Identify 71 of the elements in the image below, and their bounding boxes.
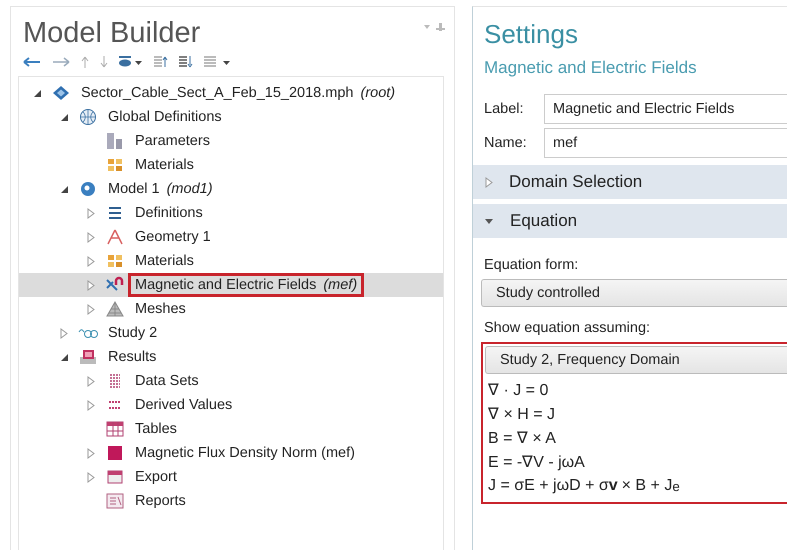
parameter-icon — [105, 132, 125, 150]
tree-item[interactable]: Definitions — [131, 204, 207, 222]
expanded-icon[interactable] — [60, 352, 69, 362]
forward-arrow-icon[interactable] — [52, 57, 70, 67]
collapsed-icon[interactable] — [87, 448, 95, 458]
collapsed-icon[interactable] — [60, 328, 68, 338]
tree-item[interactable]: Sector_Cable_Sect_A_Feb_15_2018.mph (root) — [77, 84, 400, 102]
blocks-icon — [105, 252, 125, 270]
report-icon — [105, 492, 125, 510]
collapsed-icon[interactable] — [87, 208, 95, 218]
table-icon — [105, 420, 125, 438]
panel-title: Settings — [483, 18, 579, 50]
tree-item[interactable]: Materials — [131, 252, 198, 270]
field-label: Name: — [484, 135, 528, 151]
mesh-icon — [105, 300, 125, 318]
collapsed-icon[interactable] — [87, 256, 95, 266]
equation: ∇ × H = J — [487, 405, 556, 425]
tree-item[interactable]: Geometry 1 — [131, 228, 215, 246]
equation: E = -∇V - jωA — [487, 453, 586, 473]
export-icon — [105, 468, 125, 486]
expand-icon[interactable] — [179, 56, 193, 68]
tree-item[interactable]: Results — [104, 348, 160, 366]
collapsed-icon — [485, 176, 493, 188]
collapsed-icon[interactable] — [87, 376, 95, 386]
panel-subtitle: Magnetic and Electric Fields — [483, 57, 698, 79]
field-label: Show equation assuming: — [483, 319, 652, 338]
collapsed-icon[interactable] — [87, 304, 95, 314]
tree-item[interactable]: Materials — [131, 156, 198, 174]
results-icon — [78, 348, 98, 366]
expanded-icon — [485, 216, 494, 226]
tree-item[interactable]: Export — [131, 468, 181, 486]
equation: ∇ · J = 0 — [487, 381, 550, 401]
expanded-icon[interactable] — [60, 184, 69, 194]
panel-title: Model Builder — [23, 17, 200, 50]
tree-item[interactable]: Magnetic Flux Density Norm (mef) — [131, 444, 359, 462]
model-icon — [78, 180, 98, 198]
tree-item[interactable]: Reports — [131, 492, 190, 510]
collapsed-icon[interactable] — [87, 400, 95, 410]
tree-item[interactable]: Model 1 (mod1) — [104, 180, 217, 198]
expanded-icon[interactable] — [33, 88, 42, 98]
blocks-icon — [105, 156, 125, 174]
down-arrow-icon[interactable] — [100, 56, 108, 68]
tree-item[interactable]: Data Sets — [131, 372, 203, 390]
field-label: Equation form: — [483, 256, 580, 275]
diamond-icon — [51, 84, 71, 102]
square-icon — [105, 444, 125, 462]
tree-item[interactable]: Study 2 — [104, 324, 162, 342]
equation: B = ∇ × A — [487, 429, 557, 449]
globe-icon — [78, 108, 98, 126]
list-dropdown-icon[interactable] — [204, 56, 232, 68]
tree-item[interactable]: Global Definitions — [104, 108, 226, 126]
tree-item[interactable]: Meshes — [131, 300, 190, 318]
eye-dropdown-icon[interactable] — [119, 56, 143, 68]
collapsed-icon[interactable] — [87, 280, 95, 290]
text-field[interactable]: Magnetic and Electric Fields — [544, 94, 787, 124]
tree-item[interactable]: Tables — [131, 420, 181, 438]
back-arrow-icon[interactable] — [23, 57, 41, 67]
dropdown[interactable]: Study controlled — [481, 279, 787, 307]
section-header[interactable]: Equation — [473, 204, 787, 238]
pin-icon[interactable] — [424, 23, 446, 33]
tree-item[interactable]: Parameters — [131, 132, 214, 150]
field-label: Label: — [484, 101, 525, 117]
text-field[interactable]: mef — [544, 128, 787, 158]
collapsed-icon[interactable] — [87, 232, 95, 242]
collapsed-icon[interactable] — [87, 472, 95, 482]
dropdown[interactable]: Study 2, Frequency Domain — [485, 346, 787, 374]
expanded-icon[interactable] — [60, 112, 69, 122]
collapse-icon[interactable] — [154, 56, 168, 68]
tree-item[interactable]: Derived Values — [131, 396, 236, 414]
up-arrow-icon[interactable] — [81, 56, 89, 68]
section-header[interactable]: Domain Selection — [473, 165, 787, 199]
